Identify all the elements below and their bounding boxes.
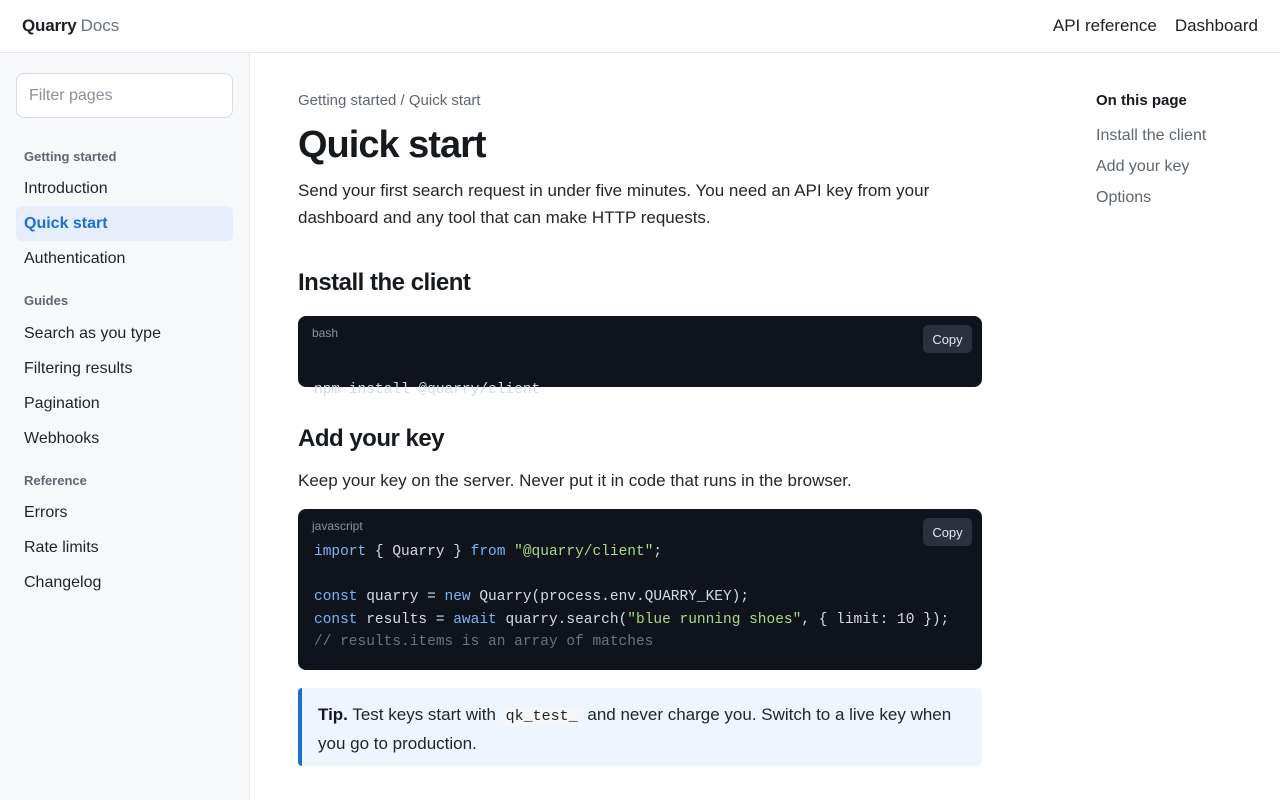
tip-label: Tip. — [318, 705, 348, 724]
sidebar-item-pagination[interactable]: Pagination — [16, 386, 233, 421]
code-block-javascript: javascript Copy import { Quarry } from "… — [298, 509, 982, 670]
sidebar: Getting started Introduction Quick start… — [0, 53, 250, 800]
sidebar-item-webhooks[interactable]: Webhooks — [16, 421, 233, 456]
code-line: const results = await quarry.search("blu… — [314, 609, 949, 632]
code-content: npm install @quarry/client — [314, 347, 540, 434]
top-nav: API reference Dashboard — [1053, 15, 1258, 37]
code-line: import { Quarry } from "@quarry/client"; — [314, 541, 949, 564]
code-keyword: await — [453, 611, 497, 628]
heading-install-the-client: Install the client — [298, 269, 471, 296]
tip-callout: Tip. Test keys start with qk_test_ and n… — [298, 688, 982, 766]
toc-item-install-the-client[interactable]: Install the client — [1096, 127, 1206, 145]
code-token: Quarry(process.env.QUARRY_KEY); — [470, 589, 750, 605]
copy-button-install[interactable]: Copy — [923, 325, 972, 353]
code-token: ; — [653, 544, 663, 560]
code-line: npm install @quarry/client — [314, 382, 541, 398]
code-token: quarry.search( — [496, 611, 628, 628]
toc-item-add-your-key[interactable]: Add your key — [1096, 158, 1189, 176]
code-token: { Quarry } — [366, 544, 471, 560]
sidebar-section-getting-started: Getting started — [24, 149, 117, 164]
code-keyword: const — [314, 589, 358, 605]
sidebar-item-introduction[interactable]: Introduction — [16, 171, 233, 206]
code-content: import { Quarry } from "@quarry/client";… — [314, 541, 949, 654]
code-string: "@quarry/client" — [514, 544, 654, 560]
sidebar-item-rate-limits[interactable]: Rate limits — [16, 530, 233, 565]
code-line: // results.items is an array of matches — [314, 631, 949, 654]
code-language-label: bash — [312, 326, 339, 340]
nav-link-api-reference[interactable]: API reference — [1053, 15, 1157, 37]
sidebar-item-changelog[interactable]: Changelog — [16, 565, 233, 600]
code-token: quarry = — [357, 589, 445, 605]
code-line: const quarry = new Quarry(process.env.QU… — [314, 586, 949, 609]
code-comment: // results.items is an array of matches — [314, 634, 654, 650]
code-string: "blue running shoes" — [627, 611, 802, 628]
sidebar-item-search-as-you-type[interactable]: Search as you type — [16, 316, 233, 351]
sidebar-item-authentication[interactable]: Authentication — [16, 241, 233, 276]
code-keyword: new — [444, 589, 471, 605]
code-keyword: const — [314, 611, 358, 628]
brand-suffix: Docs — [80, 16, 120, 35]
page-title: Quick start — [298, 124, 487, 166]
intro-paragraph: Send your first search request in under … — [298, 181, 930, 227]
sidebar-section-reference: Reference — [24, 473, 87, 488]
code-block-install: bash Copy npm install @quarry/client — [298, 316, 982, 398]
heading-add-your-key: Add your key — [298, 425, 445, 452]
code-keyword: from — [470, 544, 506, 560]
code-token: , { limit: 10 }); — [801, 611, 950, 628]
brand-name: Quarry — [22, 16, 77, 35]
code-keyword: import — [314, 544, 367, 560]
filter-pages-input[interactable] — [16, 73, 233, 118]
nav-link-dashboard[interactable]: Dashboard — [1175, 15, 1258, 37]
top-bar: Quarry Docs API reference Dashboard — [0, 0, 1280, 53]
sidebar-item-filtering-results[interactable]: Filtering results — [16, 351, 233, 386]
sidebar-item-quick-start[interactable]: Quick start — [16, 206, 233, 241]
toc-title: On this page — [1096, 92, 1187, 109]
brand-logo[interactable]: Quarry Docs — [22, 15, 119, 37]
tip-text-before: Test keys start with — [347, 705, 501, 724]
sidebar-section-guides: Guides — [24, 293, 69, 308]
key-warning-paragraph: Keep your key on the server. Never put i… — [298, 471, 852, 490]
code-language-label: javascript — [312, 519, 363, 533]
sidebar-item-errors[interactable]: Errors — [16, 495, 233, 530]
breadcrumb: Getting started / Quick start — [298, 92, 481, 109]
code-token: results = — [357, 611, 454, 628]
toc-item-options[interactable]: Options — [1096, 189, 1151, 207]
tip-inline-code: qk_test_ — [500, 707, 583, 726]
